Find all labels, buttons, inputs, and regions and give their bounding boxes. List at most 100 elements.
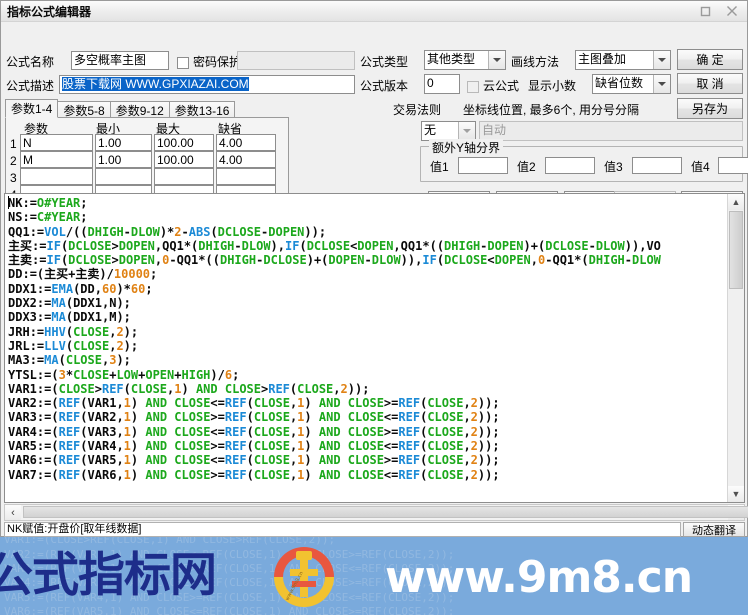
cloud-formula-label: 云公式 <box>483 79 520 93</box>
param-row-2-max-input[interactable]: 100.00 <box>154 151 214 168</box>
coordinate-input[interactable]: 自动 <box>479 121 743 141</box>
close-icon <box>727 6 737 16</box>
param-row-3-default-input[interactable] <box>216 168 276 185</box>
trade-rule-label: 交易法则 <box>393 103 442 117</box>
extra-y-value4-input[interactable] <box>718 157 748 174</box>
extra-y-value1-input[interactable] <box>458 157 508 174</box>
horizontal-scroll-thumb[interactable] <box>23 506 748 518</box>
code-line: DDX1:=EMA(DD,60)*60; <box>8 281 153 296</box>
extra-y-value3-label: 值3 <box>604 160 623 174</box>
code-line: YTSL:=(3*CLOSE+LOW+OPEN+HIGH)/6; <box>8 367 240 382</box>
status-message: NK赋值:开盘价[取年线数据] <box>4 522 681 537</box>
show-decimal-value: 缺省位数 <box>595 76 644 90</box>
code-line: VAR3:=(REF(VAR2,1) AND CLOSE>=REF(CLOSE,… <box>8 410 500 425</box>
scroll-up-button[interactable]: ▲ <box>728 194 744 210</box>
param-row-1-max-input[interactable]: 100.00 <box>154 134 214 151</box>
editor-vertical-scrollbar[interactable]: ▲ ▼ <box>727 194 744 502</box>
draw-method-select[interactable]: 主图叠加 <box>575 50 671 70</box>
param-row-1-number: 1 <box>10 137 17 151</box>
cancel-button[interactable]: 取 消 <box>677 73 743 94</box>
coordinate-select-value: 无 <box>424 123 437 137</box>
cloud-formula-check-icon <box>467 80 479 93</box>
param-row-1-default-input[interactable]: 4.00 <box>216 134 276 151</box>
form-area: 公式名称 多空概率主图 密码保护 公式类型 其他类型 画线方法 主图叠加 公式描… <box>1 22 748 210</box>
param-row-2-name-input[interactable]: M <box>20 151 93 168</box>
param-row-1-min-input[interactable]: 1.00 <box>95 134 152 151</box>
code-line: MA3:=MA(CLOSE,3); <box>8 353 131 368</box>
draw-method-label: 画线方法 <box>511 55 560 69</box>
scroll-left-button[interactable]: ‹ <box>5 505 21 520</box>
save-as-button[interactable]: 另存为 <box>677 98 743 119</box>
tab-params-1-4[interactable]: 参数1-4 <box>5 99 59 118</box>
scroll-down-button[interactable]: ▼ <box>728 486 744 502</box>
code-line: DD:=(主买+主卖)/10000; <box>8 267 158 282</box>
password-protect-checkbox[interactable] <box>177 55 189 69</box>
formula-desc-label: 公式描述 <box>6 79 55 93</box>
code-line: VAR6:=(REF(VAR5,1) AND CLOSE<=REF(CLOSE,… <box>8 453 500 468</box>
extra-y-value3-input[interactable] <box>632 157 682 174</box>
coordinate-select[interactable]: 无 <box>421 121 476 141</box>
extra-y-value1-label: 值1 <box>430 160 449 174</box>
code-line: NS:=C#YEAR; <box>8 210 88 225</box>
extra-y-value2-input[interactable] <box>545 157 595 174</box>
horizontal-scroll-track[interactable] <box>21 505 748 520</box>
watermark-url: www.9m8.cn <box>385 552 693 603</box>
dynamic-translate-button[interactable]: 动态翻译 <box>683 522 745 537</box>
extra-y-value4-label: 值4 <box>691 160 710 174</box>
code-line: 主卖:=IF(DCLOSE>DOPEN,0-QQ1*((DHIGH-DCLOSE… <box>8 253 661 268</box>
vertical-scroll-thumb[interactable] <box>729 211 743 289</box>
code-line: 主买:=IF(DCLOSE>DOPEN,QQ1*(DHIGH-DLOW),IF(… <box>8 238 661 253</box>
chevron-down-icon <box>488 51 505 69</box>
code-line: QQ1:=VOL/((DHIGH-DLOW)*2-ABS(DCLOSE-DOPE… <box>8 224 327 239</box>
formula-name-input[interactable]: 多空概率主图 <box>71 51 169 70</box>
formula-type-label: 公式类型 <box>360 55 409 69</box>
param-row-3-min-input[interactable] <box>95 168 152 185</box>
formula-version-input[interactable]: 0 <box>424 74 460 94</box>
code-line: VAR2:=(REF(VAR1,1) AND CLOSE<=REF(CLOSE,… <box>8 396 500 411</box>
param-row-2-default-input[interactable]: 4.00 <box>216 151 276 168</box>
formula-name-label: 公式名称 <box>6 55 55 69</box>
window-controls <box>692 2 745 20</box>
code-text[interactable]: NK:=O#YEAR; NS:=C#YEAR; QQ1:=VOL/((DHIGH-D… <box>5 194 661 482</box>
code-line: VAR5:=(REF(VAR4,1) AND CLOSE>=REF(CLOSE,… <box>8 439 500 454</box>
chevron-up-icon: ▲ <box>731 196 741 207</box>
editor-horizontal-scrollbar[interactable]: ‹ › <box>4 504 748 521</box>
chevron-down-icon <box>653 75 670 93</box>
password-input[interactable] <box>237 51 355 70</box>
coordinate-input-placeholder: 自动 <box>482 123 507 137</box>
extra-y-value2-label: 值2 <box>517 160 536 174</box>
show-decimal-label: 显示小数 <box>528 79 577 93</box>
code-line: VAR4:=(REF(VAR3,1) AND CLOSE<=REF(CLOSE,… <box>8 424 500 439</box>
formula-desc-value: 股票下载网 WWW.GPXIAZAI.COM <box>62 77 249 91</box>
param-row-1-name-input[interactable]: N <box>20 134 93 151</box>
code-line: NK:=O#YEAR; <box>8 196 88 210</box>
formula-desc-input[interactable]: 股票下载网 WWW.GPXIAZAI.COM <box>59 75 355 94</box>
main-window: 指标公式编辑器 公式名称 多空概率主图 密码保护 公式类型 其他类型 画线方法 … <box>0 0 748 537</box>
tab-params-5-8[interactable]: 参数5-8 <box>57 101 111 118</box>
tab-params-9-12[interactable]: 参数9-12 <box>109 101 170 118</box>
param-row-3-max-input[interactable] <box>154 168 214 185</box>
code-line: DDX3:=MA(DDX1,M); <box>8 310 131 325</box>
show-decimal-select[interactable]: 缺省位数 <box>592 74 671 94</box>
code-line: JRH:=HHV(CLOSE,2); <box>8 324 139 339</box>
maximize-button[interactable] <box>692 2 718 20</box>
param-row-3-number: 3 <box>10 171 17 185</box>
code-line: VAR1:=(CLOSE>REF(CLOSE,1) AND CLOSE>REF(… <box>8 381 370 396</box>
ok-button[interactable]: 确 定 <box>677 49 743 70</box>
formula-editor-window: 指标公式编辑器 公式名称 多空概率主图 密码保护 公式类型 其他类型 画线方法 … <box>0 0 748 615</box>
formula-type-select[interactable]: 其他类型 <box>424 50 506 70</box>
param-row-3-name-input[interactable] <box>20 168 93 185</box>
param-row-2-min-input[interactable]: 1.00 <box>95 151 152 168</box>
watermark-site-name: 公式指标网 <box>0 548 217 601</box>
close-button[interactable] <box>719 2 745 20</box>
parameter-panel: 参数 最小 最大 缺省 1 N 1.00 100.00 4.00 2 M 1.0… <box>5 117 289 202</box>
code-editor[interactable]: NK:=O#YEAR; NS:=C#YEAR; QQ1:=VOL/((DHIGH-D… <box>4 193 745 503</box>
formula-version-label: 公式版本 <box>360 79 409 93</box>
chevron-left-icon: ‹ <box>11 506 15 519</box>
password-protect-label: 密码保护 <box>193 55 242 69</box>
password-protect-check-icon <box>177 56 189 69</box>
extra-y-axis-group-title: 额外Y轴分界 <box>429 139 504 156</box>
tab-params-13-16[interactable]: 参数13-16 <box>168 101 236 118</box>
code-line: JRL:=LLV(CLOSE,2); <box>8 338 139 353</box>
cloud-formula-checkbox[interactable] <box>467 79 479 93</box>
